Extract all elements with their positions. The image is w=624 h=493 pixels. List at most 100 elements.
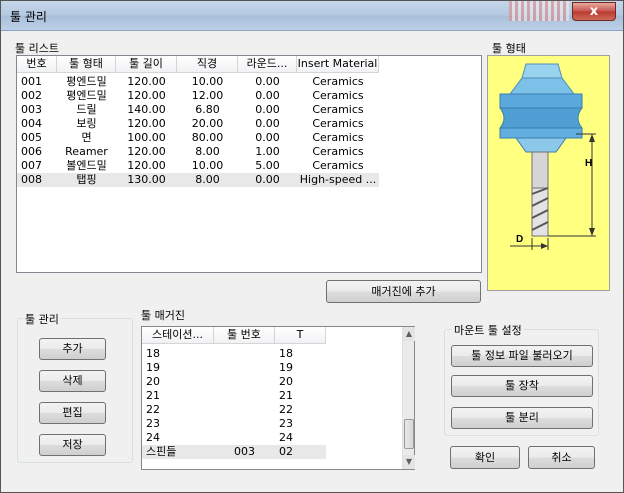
mount-tool-label: 마운트 툴 설정 <box>452 322 524 338</box>
tool-list-column-header[interactable]: Insert Material <box>297 56 379 73</box>
magazine-cell[interactable]: 스핀들 <box>146 445 218 459</box>
tool-list-cell[interactable]: 130.00 <box>116 173 177 187</box>
title-bar[interactable]: 툴 관리 x <box>1 1 623 31</box>
close-button[interactable]: x <box>572 2 616 21</box>
magazine-column-header[interactable]: 스테이션... <box>142 327 214 344</box>
scroll-down-arrow-icon[interactable]: ▼ <box>403 455 415 469</box>
tool-list-cell[interactable]: Ceramics <box>297 89 379 103</box>
tool-list-label: 툴 리스트 <box>15 42 59 55</box>
magazine-cell[interactable]: 20 <box>146 375 218 389</box>
tool-list-cell[interactable]: 008 <box>21 173 61 187</box>
magazine-cell[interactable]: 19 <box>279 361 330 375</box>
tool-list-cell[interactable]: 1.00 <box>238 145 297 159</box>
tool-list-cell[interactable]: 0.00 <box>238 75 297 89</box>
tool-list-cell[interactable]: Ceramics <box>297 75 379 89</box>
tool-list-cell[interactable]: 0.00 <box>238 103 297 117</box>
magazine-column-header[interactable]: 툴 번호 <box>214 327 275 344</box>
add-to-magazine-button[interactable]: 매거진에 추가 <box>326 280 481 303</box>
scroll-thumb[interactable] <box>404 419 414 449</box>
magazine-cell[interactable]: 18 <box>146 347 218 361</box>
magazine-scrollbar[interactable]: ▲ ▼ <box>402 327 415 469</box>
end-mill-diagram: H D <box>498 63 596 250</box>
magazine-cell[interactable]: 24 <box>279 431 330 445</box>
tool-list-cell[interactable]: Ceramics <box>297 145 379 159</box>
tool-list-cell[interactable]: High-speed ... <box>297 173 379 187</box>
tool-list-cell[interactable]: 5.00 <box>238 159 297 173</box>
tool-list[interactable]: 번호 툴 형태 툴 길이 직경 라운드... Insert Material 001 평엔드밀… <box>16 55 482 273</box>
ok-button[interactable]: 확인 <box>450 446 520 469</box>
tool-list-cell[interactable]: 20.00 <box>177 117 238 131</box>
tool-magazine-list[interactable]: ▲ ▼ 스테이션... 툴 번호 T 18 18 19 19 20 20 21 21 22 22 23 23… <box>141 326 415 470</box>
tool-list-cell[interactable]: Ceramics <box>297 117 379 131</box>
mount-tool-button[interactable]: 툴 장착 <box>451 375 593 397</box>
tool-list-cell[interactable]: 001 <box>21 75 61 89</box>
tool-list-column-header[interactable]: 직경 <box>177 56 238 73</box>
tool-list-column-header[interactable]: 툴 길이 <box>116 56 177 73</box>
tool-list-column-header[interactable]: 번호 <box>17 56 57 73</box>
magazine-cell[interactable]: 24 <box>146 431 218 445</box>
tool-list-column-header[interactable]: 툴 형태 <box>57 56 116 73</box>
tool-list-cell[interactable]: 004 <box>21 117 61 131</box>
tool-list-cell[interactable]: 120.00 <box>116 75 177 89</box>
tool-list-cell[interactable]: 120.00 <box>116 117 177 131</box>
tool-list-cell[interactable]: 006 <box>21 145 61 159</box>
tool-list-cell[interactable]: 드릴 <box>57 103 116 117</box>
unmount-tool-button[interactable]: 툴 분리 <box>451 407 593 429</box>
magazine-cell[interactable]: 23 <box>279 417 330 431</box>
tool-list-cell[interactable]: 탭핑 <box>57 173 116 187</box>
tool-list-cell[interactable]: 003 <box>21 103 61 117</box>
magazine-cell[interactable]: 22 <box>279 403 330 417</box>
tool-list-cell[interactable]: 140.00 <box>116 103 177 117</box>
tool-shape-label: 툴 형태 <box>492 42 526 55</box>
tool-list-cell[interactable]: 10.00 <box>177 75 238 89</box>
tool-list-cell[interactable]: 120.00 <box>116 89 177 103</box>
cancel-button[interactable]: 취소 <box>528 446 595 469</box>
dialog-body: 툴 리스트 번호 툴 형태 툴 길이 직경 라운드... Insert Material 0… <box>7 32 618 488</box>
tool-list-cell[interactable]: 평엔드밀 <box>57 75 116 89</box>
magazine-cell[interactable]: 23 <box>146 417 218 431</box>
magazine-cell[interactable]: 20 <box>279 375 330 389</box>
tool-list-cell[interactable]: 007 <box>21 159 61 173</box>
tool-list-cell[interactable]: Ceramics <box>297 103 379 117</box>
load-tool-info-file-button[interactable]: 툴 정보 파일 불러오기 <box>451 345 593 367</box>
tool-list-cell[interactable]: 0.00 <box>238 173 297 187</box>
tool-list-cell[interactable]: 보링 <box>57 117 116 131</box>
dimension-d-label: D <box>516 234 523 245</box>
tool-list-cell[interactable]: 12.00 <box>177 89 238 103</box>
tool-list-cell[interactable]: 100.00 <box>116 131 177 145</box>
tool-list-cell[interactable]: Ceramics <box>297 131 379 145</box>
tool-list-cell[interactable]: 005 <box>21 131 61 145</box>
tool-manager-window: 툴 관리 x 툴 리스트 번호 툴 형태 툴 길이 직경 라운드... Insert Ma… <box>0 0 624 493</box>
tool-list-cell[interactable]: Reamer <box>57 145 116 159</box>
tool-list-cell[interactable]: 80.00 <box>177 131 238 145</box>
tool-list-column-header[interactable]: 라운드... <box>238 56 297 73</box>
save-button[interactable]: 저장 <box>39 434 106 456</box>
magazine-cell[interactable]: 02 <box>279 445 330 459</box>
tool-list-cell[interactable]: 8.00 <box>177 173 238 187</box>
magazine-cell[interactable]: 18 <box>279 347 330 361</box>
tool-list-cell[interactable]: 120.00 <box>116 159 177 173</box>
delete-button[interactable]: 삭제 <box>39 370 106 392</box>
tool-list-cell[interactable]: 8.00 <box>177 145 238 159</box>
magazine-cell[interactable]: 21 <box>279 389 330 403</box>
edit-button[interactable]: 편집 <box>39 402 106 424</box>
tool-list-cell[interactable]: 0.00 <box>238 117 297 131</box>
magazine-column-header[interactable]: T <box>275 327 326 344</box>
tool-list-cell[interactable]: 10.00 <box>177 159 238 173</box>
tool-list-cell[interactable]: 면 <box>57 131 116 145</box>
tool-list-cell[interactable]: 평엔드밀 <box>57 89 116 103</box>
tool-list-cell[interactable]: 볼엔드밀 <box>57 159 116 173</box>
tool-list-cell[interactable]: Ceramics <box>297 159 379 173</box>
tool-list-cell[interactable]: 0.00 <box>238 131 297 145</box>
tool-list-cell[interactable]: 002 <box>21 89 61 103</box>
tool-manage-label: 툴 관리 <box>23 311 61 327</box>
tool-magazine-label: 툴 매거진 <box>141 309 185 322</box>
tool-list-cell[interactable]: 6.80 <box>177 103 238 117</box>
magazine-cell[interactable]: 21 <box>146 389 218 403</box>
magazine-cell[interactable]: 19 <box>146 361 218 375</box>
tool-list-cell[interactable]: 0.00 <box>238 89 297 103</box>
add-button[interactable]: 추가 <box>39 338 106 360</box>
scroll-up-arrow-icon[interactable]: ▲ <box>403 327 415 341</box>
magazine-cell[interactable]: 22 <box>146 403 218 417</box>
tool-list-cell[interactable]: 120.00 <box>116 145 177 159</box>
